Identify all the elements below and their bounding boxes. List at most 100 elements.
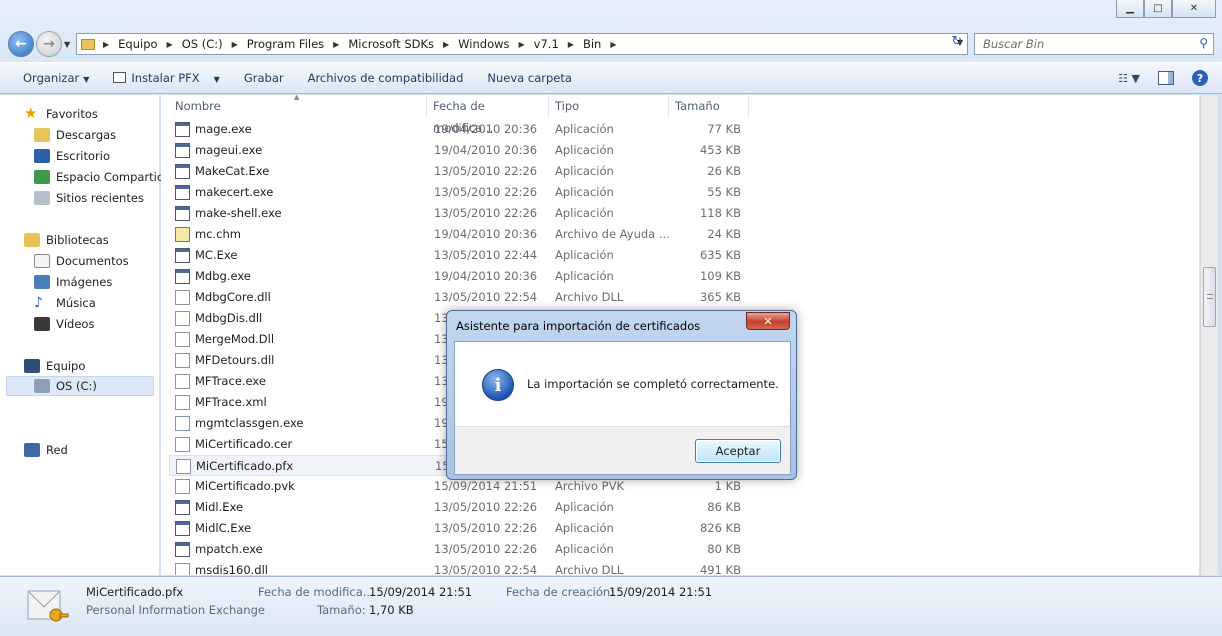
recent-pages-dropdown-icon[interactable]: ▼ (64, 40, 70, 49)
nav-favorites[interactable]: ★ Favoritos (24, 104, 98, 124)
nav-downloads[interactable]: Descargas (34, 125, 116, 145)
install-pfx-button[interactable]: Instalar PFX ▼ (104, 71, 234, 85)
file-name: MdbgDis.dll (195, 311, 263, 325)
change-view-icon[interactable]: ☷ ▼ (1118, 72, 1140, 85)
file-size: 77 KB (707, 122, 741, 136)
file-row[interactable]: makecert.exe 13/05/2010 22:26 Aplicación 55… (169, 182, 761, 203)
file-icon (175, 122, 190, 137)
address-bar[interactable]: ▶ Equipo ▶ OS (C:) ▶ Program Files ▶ Mic… (76, 33, 968, 55)
nav-label: Vídeos (56, 317, 95, 331)
certificate-icon (113, 72, 127, 83)
file-icon (175, 269, 190, 284)
file-row[interactable]: MidlC.Exe 13/05/2010 22:26 Aplicación 826 K… (169, 518, 761, 539)
vertical-scrollbar[interactable] (1200, 95, 1218, 575)
breadcrumb-windows[interactable]: Windows (453, 37, 514, 51)
command-bar: Organizar ▼ Instalar PFX ▼ Grabar Archivos… (0, 62, 1222, 94)
breadcrumb-program-files[interactable]: Program Files (242, 37, 329, 51)
file-date: 13/05/2010 22:54 (434, 290, 538, 304)
forward-button[interactable]: → (36, 31, 62, 57)
file-name: MidlC.Exe (195, 521, 252, 535)
chevron-right-icon[interactable]: ▶ (99, 40, 113, 49)
nav-computer[interactable]: Equipo (24, 356, 85, 376)
chevron-right-icon[interactable]: ▶ (228, 40, 242, 49)
new-folder-button[interactable]: Nueva carpeta (478, 71, 587, 85)
details-filetype: Personal Information Exchange (86, 603, 265, 617)
file-name: MergeMod.Dll (195, 332, 275, 346)
chevron-right-icon[interactable]: ▶ (564, 40, 578, 49)
help-icon[interactable]: ? (1192, 70, 1208, 86)
breadcrumb-bin[interactable]: Bin (578, 37, 606, 51)
back-button[interactable]: ← (8, 31, 34, 57)
accept-button[interactable]: Aceptar (695, 439, 781, 463)
column-size[interactable]: Tamaño (669, 95, 749, 117)
libraries-icon (24, 233, 40, 247)
breadcrumb-equipo[interactable]: Equipo (113, 37, 162, 51)
file-name: mgmtclassgen.exe (195, 416, 304, 430)
nav-libraries[interactable]: Bibliotecas (24, 230, 109, 250)
file-name: MFTrace.xml (195, 395, 267, 409)
chevron-right-icon[interactable]: ▶ (163, 40, 177, 49)
nav-images[interactable]: Imágenes (34, 272, 112, 292)
file-name: MiCertificado.pfx (196, 459, 294, 473)
organize-label: Organizar (23, 71, 80, 85)
dialog-body: i La importación se completó correctamen… (454, 341, 791, 475)
file-icon (175, 143, 190, 158)
column-type[interactable]: Tipo (549, 95, 669, 117)
file-row[interactable]: MC.Exe 13/05/2010 22:44 Aplicación 635 KB (169, 245, 761, 266)
search-placeholder: Buscar Bin (983, 37, 1045, 51)
file-row[interactable]: Mdbg.exe 19/04/2010 20:36 Aplicación 109 KB (169, 266, 761, 287)
file-row[interactable]: MakeCat.Exe 13/05/2010 22:26 Aplicación 26 … (169, 161, 761, 182)
nav-shared[interactable]: Espacio Compartic (34, 167, 163, 187)
close-window-button[interactable]: ✕ (1172, 0, 1216, 18)
organize-button[interactable]: Organizar ▼ (14, 71, 104, 85)
file-row[interactable]: msdis160.dll 13/05/2010 22:54 Archivo DLL 4… (169, 560, 761, 575)
compat-files-button[interactable]: Archivos de compatibilidad (299, 71, 479, 85)
chevron-right-icon[interactable]: ▶ (606, 40, 620, 49)
dialog-close-button[interactable]: ✕ (746, 312, 790, 330)
file-icon (175, 437, 190, 452)
maximize-button[interactable]: □ (1144, 0, 1172, 18)
nav-drive-c[interactable]: OS (C:) (6, 376, 154, 396)
file-row[interactable]: mc.chm 19/04/2010 20:36 Archivo de Ayuda .… (169, 224, 761, 245)
file-date: 13/05/2010 22:26 (434, 542, 538, 556)
column-name[interactable]: Nombre (169, 95, 427, 117)
nav-documents[interactable]: Documentos (34, 251, 129, 271)
file-size: 365 KB (699, 290, 741, 304)
search-icon[interactable]: ⚲ (1199, 36, 1208, 50)
nav-desktop[interactable]: Escritorio (34, 146, 110, 166)
scrollbar-thumb[interactable] (1203, 267, 1216, 327)
refresh-icon[interactable]: ↻ (946, 34, 968, 54)
details-created-label: Fecha de creación: (506, 585, 615, 599)
nav-network[interactable]: Red (24, 440, 68, 460)
file-size: 118 KB (699, 206, 741, 220)
nav-videos[interactable]: Vídeos (34, 314, 94, 334)
chevron-right-icon[interactable]: ▶ (439, 40, 453, 49)
search-input[interactable]: Buscar Bin ⚲ (974, 33, 1214, 55)
install-pfx-label: Instalar PFX (131, 71, 200, 85)
file-name: mpatch.exe (195, 542, 263, 556)
nav-label: Documentos (56, 254, 129, 268)
file-type: Aplicación (555, 185, 614, 199)
file-row[interactable]: mage.exe 19/04/2010 20:36 Aplicación 77 KB (169, 119, 761, 140)
file-icon (175, 290, 190, 305)
breadcrumb-v71[interactable]: v7.1 (529, 37, 564, 51)
file-row[interactable]: make-shell.exe 13/05/2010 22:26 Aplicación… (169, 203, 761, 224)
chevron-right-icon[interactable]: ▶ (329, 40, 343, 49)
preview-pane-icon[interactable] (1158, 71, 1174, 85)
file-type: Aplicación (555, 206, 614, 220)
burn-button[interactable]: Grabar (235, 71, 299, 85)
file-row[interactable]: mpatch.exe 13/05/2010 22:26 Aplicación 80 K… (169, 539, 761, 560)
nav-recent[interactable]: Sitios recientes (34, 188, 144, 208)
file-row[interactable]: MdbgCore.dll 13/05/2010 22:54 Archivo DLL 3… (169, 287, 761, 308)
breadcrumb-microsoft-sdks[interactable]: Microsoft SDKs (343, 37, 439, 51)
minimize-button[interactable]: ▁ (1116, 0, 1144, 18)
chevron-right-icon[interactable]: ▶ (515, 40, 529, 49)
dialog-title: Asistente para importación de certificad… (456, 319, 701, 333)
column-date[interactable]: Fecha de modifica... (427, 95, 549, 135)
breadcrumb-drive[interactable]: OS (C:) (177, 37, 228, 51)
details-pane: MiCertificado.pfx Personal Information E… (0, 576, 1222, 636)
file-name: MiCertificado.pvk (195, 479, 295, 493)
nav-music[interactable]: ♪ Música (34, 293, 96, 313)
file-row[interactable]: mageui.exe 19/04/2010 20:36 Aplicación 453 … (169, 140, 761, 161)
file-row[interactable]: Midl.Exe 13/05/2010 22:26 Aplicación 86 KB (169, 497, 761, 518)
